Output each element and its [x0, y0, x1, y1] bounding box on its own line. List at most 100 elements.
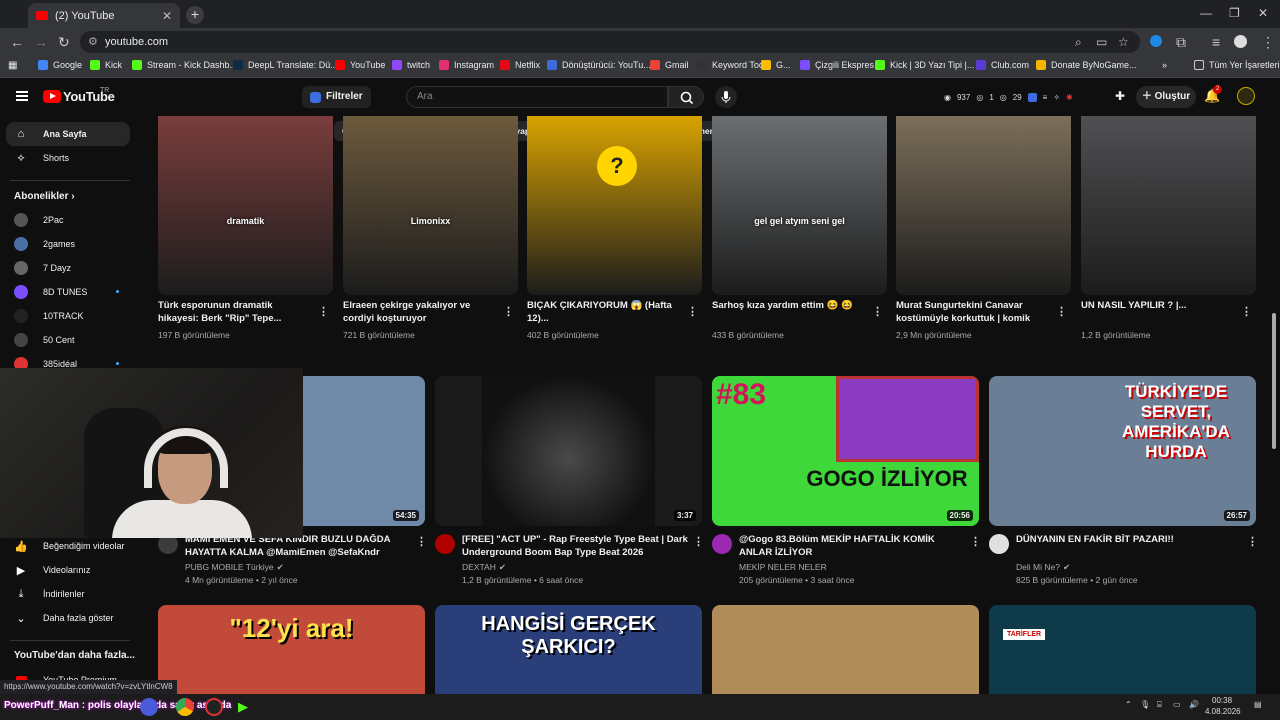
sidebar-sub-item[interactable]: 2games — [6, 232, 130, 256]
obs-icon[interactable] — [205, 698, 223, 716]
search-button[interactable] — [668, 86, 704, 108]
bookmark-item[interactable]: Kick — [90, 60, 122, 70]
video-thumbnail[interactable]: #83 GOGO İZLİYOR 20:56 — [712, 376, 979, 526]
volume-icon[interactable]: 🔊 — [1189, 700, 1199, 709]
profile-icon[interactable] — [1234, 35, 1247, 48]
restore-icon[interactable]: ❐ — [1229, 6, 1240, 20]
account-avatar[interactable] — [1237, 87, 1255, 105]
voice-search-button[interactable] — [715, 86, 737, 108]
short-title[interactable]: Sarhoş kıza yardım ettim 😆 😆 — [712, 300, 864, 326]
video-thumbnail[interactable]: "12'yi ara! — [158, 605, 425, 694]
bookmark-item[interactable]: Club.com — [976, 60, 1029, 70]
minimize-icon[interactable]: — — [1200, 6, 1212, 20]
more-bookmarks-icon[interactable]: » — [1162, 60, 1167, 70]
more-actions-icon[interactable]: ⋮ — [503, 305, 514, 318]
sidebar-sub-item[interactable]: 8D TUNES — [6, 280, 130, 304]
video-thumbnail[interactable] — [712, 605, 979, 694]
mic-tray-icon[interactable]: 🎙 — [1140, 700, 1150, 709]
menu-dots-icon[interactable]: ⋮ — [1261, 34, 1275, 51]
short-title[interactable]: Murat Sungurtekini Canavar kostümüyle ko… — [896, 300, 1048, 326]
short-thumbnail[interactable]: gel gel atyım seni gel — [712, 116, 887, 295]
channel-avatar[interactable] — [712, 534, 732, 554]
short-thumbnail[interactable] — [896, 116, 1071, 295]
star-icon[interactable]: ☆ — [1118, 31, 1129, 53]
chrome-icon[interactable] — [176, 698, 194, 716]
short-title[interactable]: Elraeen çekirge yakalıyor ve cordiyi koş… — [343, 300, 495, 326]
network-icon[interactable]: ⌸ — [1157, 700, 1162, 710]
scrollbar-thumb[interactable] — [1272, 313, 1276, 449]
video-thumbnail[interactable]: TÜRKİYE'DE SERVET, AMERİKA'DA HURDA 26:57 — [989, 376, 1256, 526]
short-thumbnail[interactable]: Limonixx — [343, 116, 518, 295]
new-tab-button[interactable]: + — [186, 6, 204, 24]
more-actions-icon[interactable]: ⋮ — [970, 535, 981, 548]
site-info-icon[interactable]: ⚙ — [88, 31, 98, 53]
tray-chevron-icon[interactable]: ⌃ — [1125, 700, 1132, 709]
extension-puzzle-icon[interactable]: ✚ — [1115, 89, 1125, 103]
short-thumbnail[interactable] — [1081, 116, 1256, 295]
short-thumbnail[interactable]: dramatik — [158, 116, 333, 295]
bookmark-item[interactable]: Donate ByNoGame... — [1036, 60, 1137, 70]
video-title[interactable]: DÜNYANIN EN FAKİR BİT PAZARI!! — [1016, 534, 1244, 560]
media-icon[interactable]: ≡ — [1212, 34, 1220, 50]
ext-list-icon[interactable]: ≡ — [1043, 93, 1048, 102]
channel-avatar[interactable] — [435, 534, 455, 554]
sidebar-sub-item[interactable]: 2Pac — [6, 208, 130, 232]
channel-avatar[interactable] — [989, 534, 1009, 554]
channel-name[interactable]: PUBG MOBILE Türkiye ✔ — [185, 562, 284, 573]
clock-date[interactable]: 4.08.2026 — [1205, 707, 1241, 716]
more-actions-icon[interactable]: ⋮ — [1241, 305, 1252, 318]
short-title[interactable]: Türk esporunun dramatik hikayesi: Berk "… — [158, 300, 310, 326]
forward-icon[interactable]: → — [34, 34, 48, 50]
bookmark-item[interactable]: Gmail — [650, 60, 689, 70]
clock-time[interactable]: 00:38 — [1212, 696, 1232, 705]
apps-icon[interactable]: ▦ — [8, 60, 17, 71]
more-actions-icon[interactable]: ⋮ — [687, 305, 698, 318]
bookmark-item[interactable]: twitch — [392, 60, 430, 70]
install-icon[interactable]: ▭ — [1096, 31, 1107, 53]
reload-icon[interactable]: ↻ — [58, 34, 70, 51]
bookmark-item[interactable]: G... — [761, 60, 791, 70]
short-title[interactable]: BIÇAK ÇIKARIYORUM 😱 (Hafta 12)... — [527, 300, 679, 326]
search-input[interactable]: Ara — [406, 86, 668, 108]
more-actions-icon[interactable]: ⋮ — [693, 535, 704, 548]
video-title[interactable]: @Gogo 83.Bölüm MEKİP HAFTALİK KOMİK ANLA… — [739, 534, 967, 560]
hamburger-menu-icon[interactable] — [16, 91, 28, 101]
bookmark-item[interactable]: DeepL Translate: Dü... — [233, 60, 338, 70]
more-actions-icon[interactable]: ⋮ — [416, 535, 427, 548]
more-actions-icon[interactable]: ⋮ — [1056, 305, 1067, 318]
sidebar-sub-item[interactable]: 50 Cent — [6, 328, 130, 352]
close-tab-icon[interactable]: ✕ — [162, 9, 172, 23]
create-button[interactable]: ＋ Oluştur — [1136, 86, 1196, 108]
more-actions-icon[interactable]: ⋮ — [1247, 535, 1258, 548]
bookmark-item[interactable]: Dönüştürücü: YouTu... — [547, 60, 651, 70]
channel-name[interactable]: Deli Mi Ne? ✔ — [1016, 562, 1070, 573]
bookmark-item[interactable]: Google — [38, 60, 82, 70]
short-title[interactable]: UN NASIL YAPILIR ? |... — [1081, 300, 1233, 326]
sidebar-item-your-videos[interactable]: ▶ Videolarınız — [6, 558, 130, 582]
puzzle-icon[interactable]: ⧉ — [1176, 34, 1186, 51]
video-thumbnail[interactable]: HANGİSİ GERÇEK ŞARKICI? — [435, 605, 702, 694]
bookmark-item[interactable]: Kick | 3D Yazı Tipi |... — [875, 60, 974, 70]
bookmark-item[interactable]: Keyword Tool — [697, 60, 766, 70]
bookmark-item[interactable]: Netflix — [500, 60, 540, 70]
extension-icon[interactable] — [1150, 35, 1162, 47]
notification-center-icon[interactable]: ▤ — [1254, 700, 1262, 709]
short-thumbnail[interactable]: ? — [527, 116, 702, 295]
sidebar-item-downloads[interactable]: ⤓ İndirilenler — [6, 582, 130, 606]
filters-button[interactable]: Filtreler — [302, 86, 371, 108]
all-bookmarks[interactable]: Tüm Yer İşaretleri — [1194, 60, 1280, 70]
kick-icon[interactable]: ▶ — [238, 699, 248, 715]
discord-icon[interactable] — [140, 698, 158, 716]
bookmark-item[interactable]: Çizgili Ekspres — [800, 60, 874, 70]
bookmark-item[interactable]: YouTube — [335, 60, 385, 70]
sidebar-item-home[interactable]: ⌂ Ana Sayfa — [6, 122, 130, 146]
channel-name[interactable]: MEKİP NELER NELER — [739, 562, 827, 572]
ext-wand-icon[interactable]: ✧ — [1053, 93, 1060, 102]
zoom-icon[interactable]: ⌕ — [1075, 31, 1082, 53]
ext-alert-icon[interactable]: ✱ — [1066, 93, 1073, 102]
sidebar-item-show-more[interactable]: ⌄ Daha fazla göster — [6, 606, 130, 630]
back-icon[interactable]: ← — [10, 34, 24, 50]
video-thumbnail[interactable]: 3:37 — [435, 376, 702, 526]
tab-youtube[interactable]: (2) YouTube ✕ — [28, 3, 180, 28]
bookmark-item[interactable]: Instagram — [439, 60, 494, 70]
